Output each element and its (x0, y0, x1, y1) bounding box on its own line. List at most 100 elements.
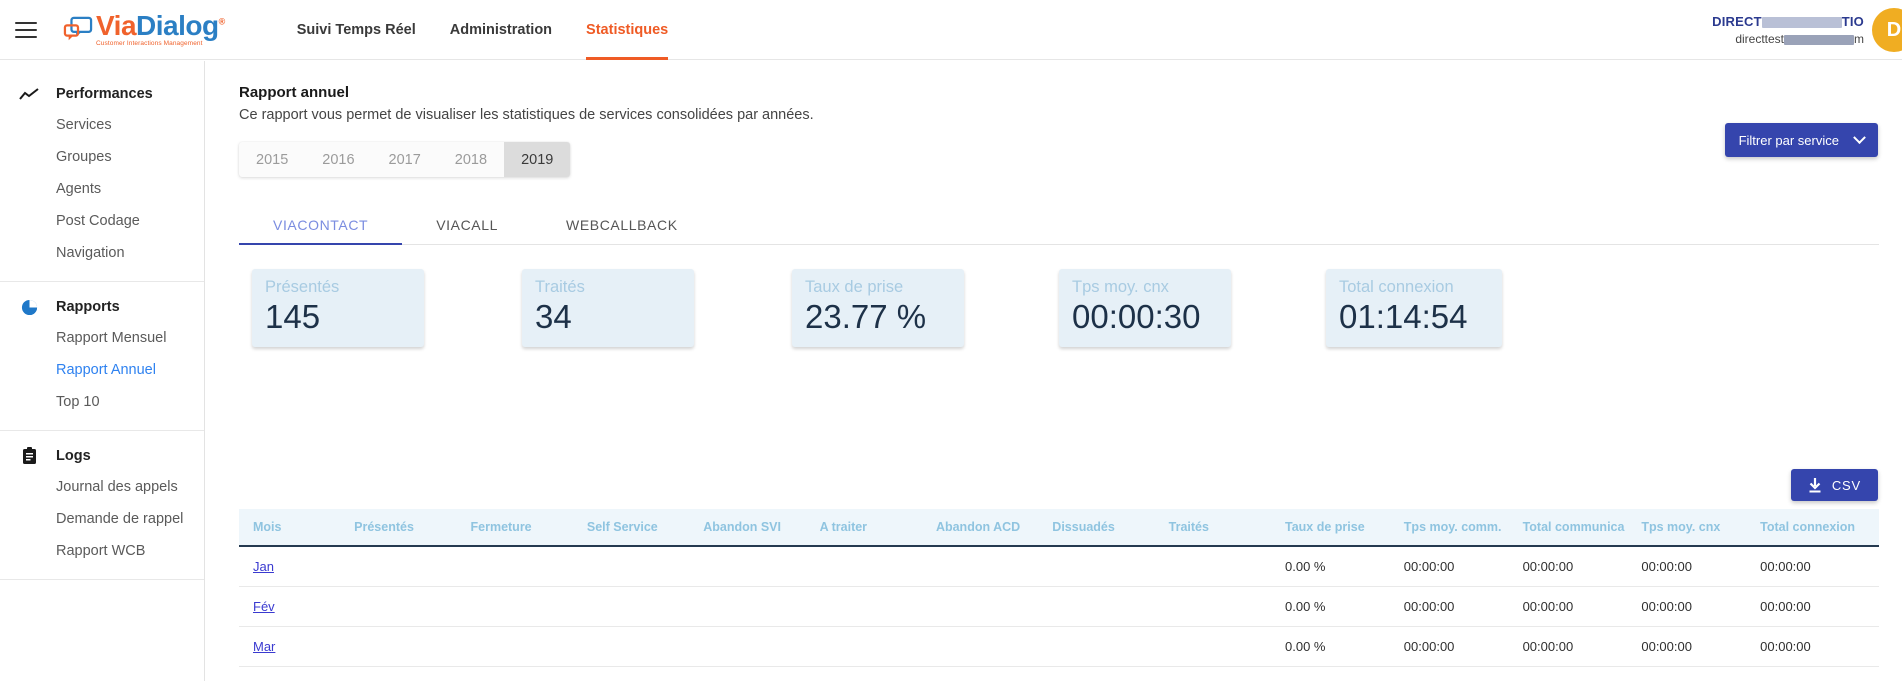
col-header-dissuades[interactable]: Dissuadés (1052, 509, 1169, 547)
col-header-fermeture[interactable]: Fermeture (470, 509, 587, 547)
logo-tagline: Customer Interactions Management (96, 39, 203, 47)
month-link-mar[interactable]: Mar (253, 639, 275, 654)
kpi-card-taux-de-prise: Taux de prise 23.77 % (792, 269, 964, 347)
year-button-2015[interactable]: 2015 (239, 142, 305, 177)
trend-line-icon (18, 85, 40, 103)
sidebar-group-label: Performances (56, 86, 153, 102)
cell-tps-moy-comm: 00:00:00 (1403, 546, 1523, 587)
kpi-label: Tps moy. cnx (1072, 278, 1169, 296)
kpi-label: Total connexion (1339, 278, 1454, 296)
annual-report-table-container[interactable]: Mois Présentés Fermeture Self Service Ab… (239, 509, 1879, 681)
avatar[interactable]: D (1872, 8, 1902, 52)
nav-item-administration[interactable]: Administration (450, 0, 552, 60)
hamburger-menu-icon[interactable] (15, 21, 37, 38)
tab-viacall[interactable]: VIACALL (402, 217, 532, 244)
sidebar-item-navigation[interactable]: Navigation (0, 237, 204, 269)
year-button-2017[interactable]: 2017 (372, 142, 438, 177)
viadialog-logo[interactable]: ViaDialog® Customer Interactions Managem… (63, 9, 225, 48)
col-header-self-service[interactable]: Self Service (586, 509, 704, 547)
sidebar-group-header-logs[interactable]: Logs (0, 441, 204, 471)
table-row: Fév 0.00 % 00:00:00 00:00:00 00:00:00 00… (239, 586, 1879, 627)
col-header-presentes[interactable]: Présentés (354, 509, 471, 547)
col-header-total-communica[interactable]: Total communica (1522, 509, 1642, 547)
cell-self-service (586, 626, 704, 667)
month-link-jan[interactable]: Jan (253, 559, 274, 574)
chevron-down-icon (1853, 130, 1866, 144)
cell-total-connexion: 00:00:11 (1760, 666, 1879, 681)
tab-viacontact[interactable]: VIACONTACT (239, 217, 403, 245)
filter-button-label: Filtrer par service (1738, 132, 1839, 148)
kpi-card-traites: Traités 34 (522, 269, 694, 347)
cell-abandon-svi (703, 586, 820, 627)
col-header-total-connexion[interactable]: Total connexion (1760, 509, 1879, 547)
col-header-mois[interactable]: Mois (239, 509, 355, 547)
kpi-label: Traités (535, 278, 585, 296)
cell-total-connexion: 00:00:00 (1760, 586, 1879, 627)
sidebar-group-header-rapports[interactable]: Rapports (0, 292, 204, 322)
col-header-abandon-acd[interactable]: Abandon ACD (935, 509, 1053, 547)
user-account-area[interactable]: DIRECT TIO directtest m D (1712, 0, 1902, 60)
logo-text-via: Via (96, 9, 137, 41)
kpi-label: Taux de prise (805, 278, 904, 296)
user-email: directtest m (1712, 32, 1864, 46)
sidebar-item-journal-des-appels[interactable]: Journal des appels (0, 471, 204, 503)
cell-traites (1168, 586, 1286, 627)
kpi-value: 23.77 % (805, 298, 927, 335)
tab-webcallback[interactable]: WEBCALLBACK (532, 217, 712, 244)
col-header-traites[interactable]: Traités (1168, 509, 1286, 547)
kpi-card-total-connexion: Total connexion 01:14:54 (1326, 269, 1502, 347)
year-button-2019[interactable]: 2019 (504, 142, 571, 177)
sidebar-group-rapports: Rapports Rapport Mensuel Rapport Annuel … (0, 282, 204, 431)
col-header-taux-de-prise[interactable]: Taux de prise (1285, 509, 1404, 547)
export-csv-button[interactable]: CSV (1790, 469, 1878, 501)
main-content: Rapport annuel Ce rapport vous permet de… (206, 61, 1902, 681)
user-name-suffix: TIO (1841, 14, 1864, 29)
cell-abandon-svi (703, 626, 820, 667)
cell-fermeture (470, 586, 587, 627)
sidebar-item-rapport-mensuel[interactable]: Rapport Mensuel (0, 322, 204, 354)
sidebar-item-services[interactable]: Services (0, 109, 204, 141)
cell-taux-de-prise: 0.00 % (1285, 626, 1404, 667)
cell-tps-moy-cnx: 00:00:05 (1641, 666, 1761, 681)
cell-self-service (586, 586, 704, 627)
kpi-label: Présentés (265, 278, 340, 296)
top-navigation: Suivi Temps Réel Administration Statisti… (297, 0, 703, 60)
cell-tps-moy-cnx: 00:00:00 (1641, 546, 1761, 587)
cell-total-connexion: 00:00:00 (1760, 626, 1879, 667)
sidebar-item-post-codage[interactable]: Post Codage (0, 205, 204, 237)
cell-a-traiter (819, 586, 936, 627)
cell-mois: Mar (239, 626, 355, 667)
sidebar-item-rapport-annuel[interactable]: Rapport Annuel (0, 354, 204, 386)
pie-chart-icon (18, 298, 40, 316)
col-header-tps-moy-cnx[interactable]: Tps moy. cnx (1641, 509, 1761, 547)
cell-total-communica: 00:00:00 (1522, 586, 1642, 627)
cell-a-traiter (819, 626, 936, 667)
sidebar-item-groupes[interactable]: Groupes (0, 141, 204, 173)
csv-button-label: CSV (1831, 477, 1861, 493)
cell-abandon-acd (935, 546, 1053, 587)
sidebar-item-agents[interactable]: Agents (0, 173, 204, 205)
col-header-abandon-svi[interactable]: Abandon SVI (703, 509, 820, 547)
year-button-2018[interactable]: 2018 (438, 142, 504, 177)
month-link-fev[interactable]: Fév (253, 599, 275, 614)
kpi-card-presentes: Présentés 145 (252, 269, 424, 347)
cell-taux-de-prise: 0.00 % (1285, 546, 1404, 587)
table-body: Jan 0.00 % 00:00:00 00:00:00 00:00:00 00… (239, 546, 1879, 681)
sidebar-item-rapport-wcb[interactable]: Rapport WCB (0, 535, 204, 567)
year-button-2016[interactable]: 2016 (305, 142, 371, 177)
cell-fermeture (470, 546, 587, 587)
sidebar-group-header-performances[interactable]: Performances (0, 79, 204, 109)
nav-item-statistiques[interactable]: Statistiques (586, 0, 669, 60)
cell-total-communica: 00:00:00 (1522, 546, 1642, 587)
sidebar-item-demande-de-rappel[interactable]: Demande de rappel (0, 503, 204, 535)
cell-mois: Jan (239, 546, 355, 587)
col-header-tps-moy-comm[interactable]: Tps moy. comm. (1403, 509, 1523, 547)
sidebar-group-performances: Performances Services Groupes Agents Pos… (0, 69, 204, 282)
nav-item-suivi-temps-reel[interactable]: Suivi Temps Réel (297, 0, 416, 60)
sidebar-item-top-10[interactable]: Top 10 (0, 386, 204, 418)
user-name: DIRECT TIO (1712, 14, 1864, 29)
col-header-a-traiter[interactable]: A traiter (819, 509, 936, 547)
clipboard-icon (18, 447, 40, 465)
table-row: Avr 2 0 0 0 2 1 1 0 0.00 % 00:00:00 00:0… (239, 666, 1879, 681)
filter-by-service-button[interactable]: Filtrer par service (1724, 123, 1878, 157)
